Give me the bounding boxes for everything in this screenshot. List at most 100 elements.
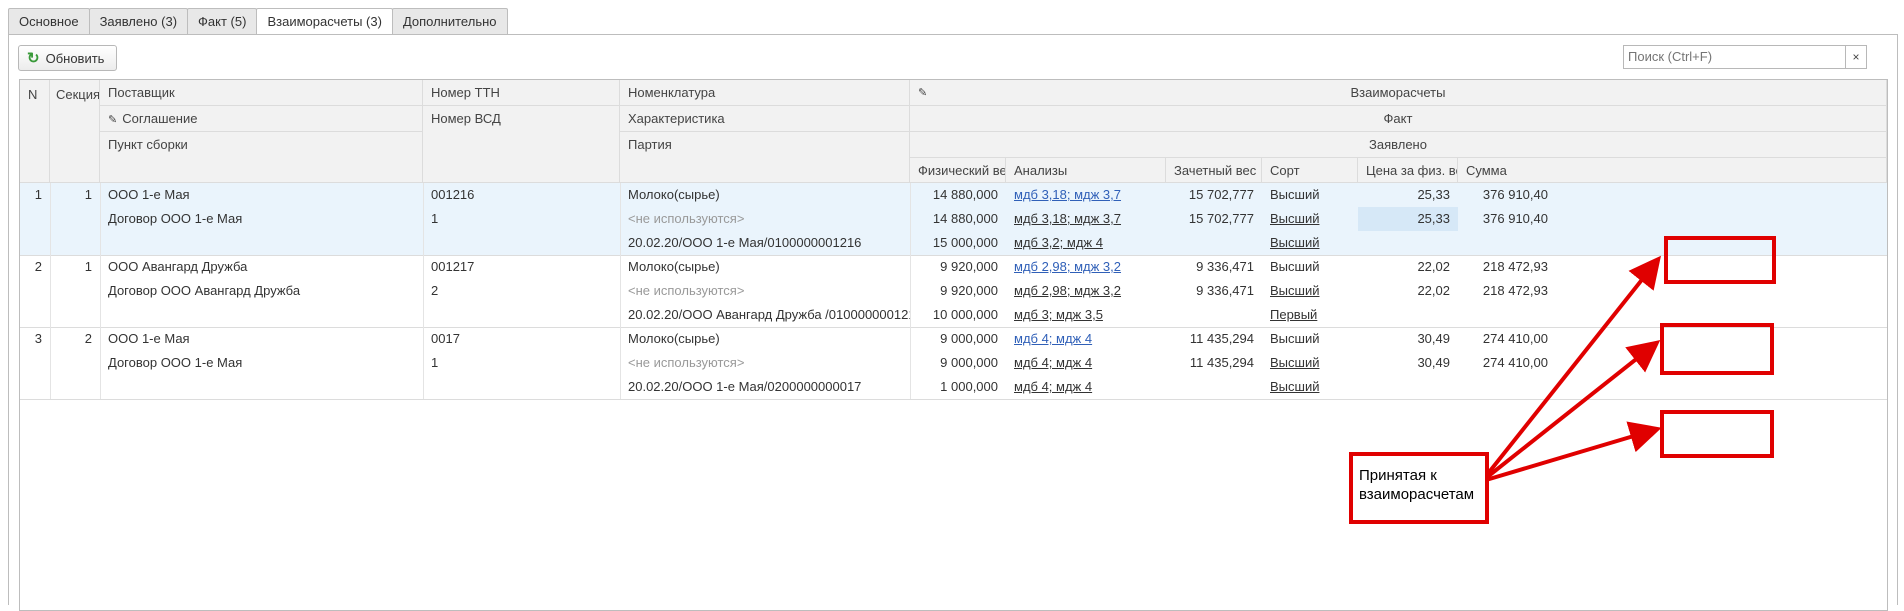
fact-price-cell[interactable]: 30,49 <box>1358 351 1458 375</box>
declared-grade-cell[interactable]: Высший <box>1262 231 1358 255</box>
fact-price-cell[interactable]: 22,02 <box>1358 279 1458 303</box>
nomenclature-cell[interactable]: Молоко(сырье) <box>620 255 910 279</box>
declared-credit-cell[interactable] <box>1166 303 1262 327</box>
tab-fact[interactable]: Факт (5) <box>187 8 258 34</box>
settle-phys-cell[interactable]: 14 880,000 <box>910 183 1006 207</box>
declared-price-cell[interactable] <box>1358 303 1458 327</box>
col-header-credit-weight[interactable]: Зачетный вес <box>1166 158 1262 183</box>
declared-credit-cell[interactable] <box>1166 375 1262 399</box>
fact-sum-cell[interactable]: 376 910,40 <box>1458 207 1556 231</box>
fact-analysis-cell[interactable]: мдб 2,98; мдж 3,2 <box>1006 279 1166 303</box>
characteristic-cell[interactable]: <не используются> <box>620 279 910 303</box>
fact-sum-cell[interactable]: 218 472,93 <box>1458 279 1556 303</box>
settle-sum-cell[interactable]: 274 410,00 <box>1458 327 1556 351</box>
declared-price-cell[interactable] <box>1358 231 1458 255</box>
settle-sum-cell[interactable]: 218 472,93 <box>1458 255 1556 279</box>
col-header-price[interactable]: Цена за физ. вес <box>1358 158 1458 183</box>
row-section[interactable]: 1 <box>50 255 100 279</box>
col-header-section[interactable]: Секция <box>50 80 100 183</box>
nomenclature-cell[interactable]: Молоко(сырье) <box>620 327 910 351</box>
row-number[interactable]: 2 <box>20 255 50 279</box>
settle-price-cell[interactable]: 30,49 <box>1358 327 1458 351</box>
col-header-grade[interactable]: Сорт <box>1262 158 1358 183</box>
fact-sum-cell[interactable]: 274 410,00 <box>1458 351 1556 375</box>
clear-icon[interactable]: × <box>1845 46 1866 68</box>
ttn-cell[interactable]: 0017 <box>423 327 620 351</box>
col-header-characteristic[interactable]: Характеристика <box>620 106 910 132</box>
col-header-analyses[interactable]: Анализы <box>1006 158 1166 183</box>
nomenclature-cell[interactable]: Молоко(сырье) <box>620 183 910 207</box>
declared-analysis-cell[interactable]: мдб 4; мдж 4 <box>1006 375 1166 399</box>
declared-analysis-cell[interactable]: мдб 3; мдж 3,5 <box>1006 303 1166 327</box>
agreement-cell[interactable]: Договор ООО 1-е Мая <box>100 207 423 231</box>
fact-grade-cell[interactable]: Высший <box>1262 279 1358 303</box>
row-section[interactable]: 2 <box>50 327 100 351</box>
declared-sum-cell[interactable] <box>1458 375 1556 399</box>
characteristic-cell[interactable]: <не используются> <box>620 207 910 231</box>
tab-additional[interactable]: Дополнительно <box>391 8 508 34</box>
declared-phys-cell[interactable]: 10 000,000 <box>910 303 1006 327</box>
supplier-cell[interactable]: ООО Авангард Дружба <box>100 255 423 279</box>
col-header-ttn[interactable]: Номер ТТН <box>423 80 620 106</box>
fact-credit-cell[interactable]: 15 702,777 <box>1166 207 1262 231</box>
settle-analysis-cell[interactable]: мдб 2,98; мдж 3,2 <box>1006 255 1166 279</box>
declared-phys-cell[interactable]: 1 000,000 <box>910 375 1006 399</box>
row-section[interactable]: 1 <box>50 183 100 207</box>
ttn-cell[interactable]: 001217 <box>423 255 620 279</box>
declared-grade-cell[interactable]: Первый <box>1262 303 1358 327</box>
settle-credit-cell[interactable]: 15 702,777 <box>1166 183 1262 207</box>
settle-grade-cell[interactable]: Высший <box>1262 255 1358 279</box>
fact-phys-cell[interactable]: 14 880,000 <box>910 207 1006 231</box>
search-input[interactable] <box>1624 46 1852 66</box>
settle-phys-cell[interactable]: 9 000,000 <box>910 327 1006 351</box>
settle-grade-cell[interactable]: Высший <box>1262 183 1358 207</box>
settle-price-cell[interactable]: 25,33 <box>1358 183 1458 207</box>
settle-credit-cell[interactable]: 9 336,471 <box>1166 255 1262 279</box>
tab-declared[interactable]: Заявлено (3) <box>88 8 189 34</box>
settle-analysis-cell[interactable]: мдб 4; мдж 4 <box>1006 327 1166 351</box>
declared-phys-cell[interactable]: 15 000,000 <box>910 231 1006 255</box>
col-header-phys-weight[interactable]: Физический вес <box>910 158 1006 183</box>
settle-price-cell[interactable]: 22,02 <box>1358 255 1458 279</box>
col-header-batch[interactable]: Партия <box>620 132 910 183</box>
vsd-cell[interactable]: 1 <box>423 207 620 231</box>
fact-phys-cell[interactable]: 9 000,000 <box>910 351 1006 375</box>
col-header-vsd[interactable]: Номер ВСД <box>423 106 620 183</box>
supplier-cell[interactable]: ООО 1-е Мая <box>100 327 423 351</box>
fact-grade-cell[interactable]: Высший <box>1262 207 1358 231</box>
fact-price-cell[interactable]: 25,33 <box>1358 207 1458 231</box>
vsd-cell[interactable]: 2 <box>423 279 620 303</box>
settle-grade-cell[interactable]: Высший <box>1262 327 1358 351</box>
supplier-cell[interactable]: ООО 1-е Мая <box>100 183 423 207</box>
declared-credit-cell[interactable] <box>1166 231 1262 255</box>
declared-sum-cell[interactable] <box>1458 231 1556 255</box>
col-header-collection-point[interactable]: Пункт сборки <box>100 132 423 183</box>
col-header-supplier[interactable]: Поставщик <box>100 80 423 106</box>
agreement-cell[interactable]: Договор ООО Авангард Дружба <box>100 279 423 303</box>
declared-analysis-cell[interactable]: мдб 3,2; мдж 4 <box>1006 231 1166 255</box>
batch-cell[interactable]: 20.02.20/ООО Авангард Дружба /0100000001… <box>620 303 910 327</box>
tab-settlements[interactable]: Взаиморасчеты (3) <box>256 8 393 35</box>
declared-price-cell[interactable] <box>1358 375 1458 399</box>
row-number[interactable]: 1 <box>20 183 50 207</box>
col-header-sum[interactable]: Сумма <box>1458 158 1887 183</box>
vsd-cell[interactable]: 1 <box>423 351 620 375</box>
settle-credit-cell[interactable]: 11 435,294 <box>1166 327 1262 351</box>
col-header-nomenclature[interactable]: Номенклатура <box>620 80 910 106</box>
ttn-cell[interactable]: 001216 <box>423 183 620 207</box>
col-header-settlements[interactable]: ✎ Взаиморасчеты <box>910 80 1887 106</box>
fact-phys-cell[interactable]: 9 920,000 <box>910 279 1006 303</box>
row-number[interactable]: 3 <box>20 327 50 351</box>
col-header-fact[interactable]: Факт <box>910 106 1887 132</box>
agreement-cell[interactable]: Договор ООО 1-е Мая <box>100 351 423 375</box>
batch-cell[interactable]: 20.02.20/ООО 1-е Мая/0200000000017 <box>620 375 910 399</box>
col-header-declared[interactable]: Заявлено <box>910 132 1887 158</box>
declared-sum-cell[interactable] <box>1458 303 1556 327</box>
fact-grade-cell[interactable]: Высший <box>1262 351 1358 375</box>
fact-analysis-cell[interactable]: мдб 3,18; мдж 3,7 <box>1006 207 1166 231</box>
fact-credit-cell[interactable]: 9 336,471 <box>1166 279 1262 303</box>
declared-grade-cell[interactable]: Высший <box>1262 375 1358 399</box>
batch-cell[interactable]: 20.02.20/ООО 1-е Мая/0100000001216 <box>620 231 910 255</box>
fact-analysis-cell[interactable]: мдб 4; мдж 4 <box>1006 351 1166 375</box>
col-header-agreement[interactable]: ✎ Соглашение <box>100 106 423 132</box>
